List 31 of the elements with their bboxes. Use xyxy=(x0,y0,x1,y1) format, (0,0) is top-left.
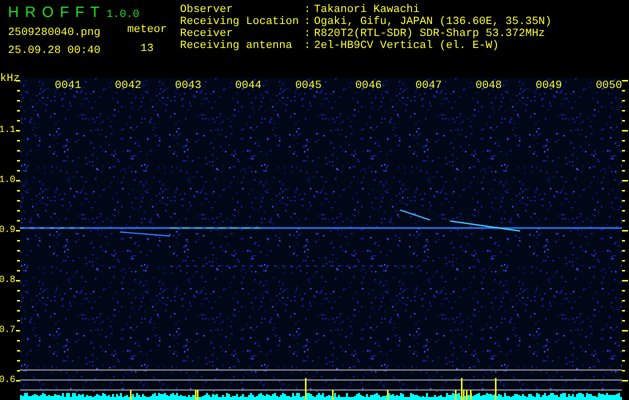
meteor-count: 13 xyxy=(140,43,154,55)
axis-unit: kHz xyxy=(0,73,20,85)
file-name: 2509280040.png xyxy=(8,27,102,39)
time-label: 0041 xyxy=(54,80,82,92)
info-label: Receiving antenna xyxy=(180,40,294,52)
info-value: 2el-HB9CV Vertical (el. E-W) xyxy=(314,40,500,52)
time-label: 0049 xyxy=(536,80,562,92)
app-title: H R O F F T xyxy=(8,4,100,21)
frequency-label: 1.0 xyxy=(0,174,16,186)
colon: : xyxy=(304,4,312,16)
info-label: Receiver xyxy=(180,28,234,40)
time-label: 0046 xyxy=(355,80,382,92)
info-label: Receiving Location xyxy=(180,16,300,28)
date-time: 25.09.28 00:40 xyxy=(8,45,102,57)
time-label: 0048 xyxy=(475,80,502,92)
time-label: 0043 xyxy=(174,80,202,92)
meteor-label: meteor xyxy=(127,24,167,36)
info-value: R820T2(RTL-SDR) SDR-Sharp 53.372MHz xyxy=(314,28,546,40)
time-label: 0042 xyxy=(114,80,142,92)
info-value: Takanori Kawachi xyxy=(314,4,421,16)
app-version: 1.0.0 xyxy=(106,9,140,21)
time-label: 0044 xyxy=(235,80,262,92)
time-label: 0050 xyxy=(596,80,622,92)
colon: : xyxy=(304,16,312,28)
info-value: Ogaki, Gifu, JAPAN (136.60E, 35.35N) xyxy=(314,16,552,28)
time-label: 0047 xyxy=(415,80,442,92)
colon: : xyxy=(304,40,312,52)
colon: : xyxy=(304,28,312,40)
time-label: 0045 xyxy=(295,80,322,92)
info-label: Observer xyxy=(180,4,234,16)
frequency-label: 1.1 xyxy=(0,124,16,136)
